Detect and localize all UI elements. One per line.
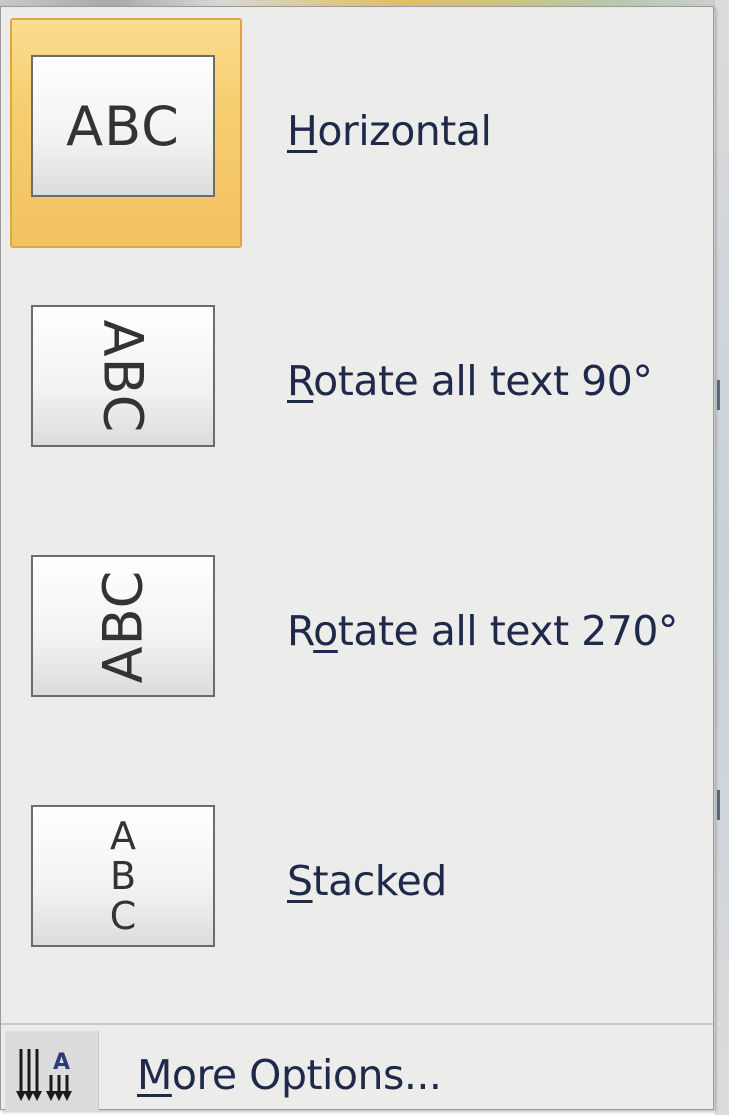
menu-item-rotate-270[interactable]: ABC Rotate all text 270° — [9, 507, 705, 739]
thumb-text: ABC — [66, 94, 180, 158]
more-options-item[interactable]: A More Options... — [1, 1023, 713, 1111]
menu-item-label: Rotate all text 270° — [287, 607, 678, 655]
menu-item-rotate-90[interactable]: ABC Rotate all text 90° — [9, 257, 705, 489]
stacked-letter: C — [109, 894, 137, 938]
menu-item-label: Stacked — [287, 857, 447, 905]
stacked-text-icon: A B C — [31, 805, 215, 947]
access-key: M — [137, 1051, 172, 1099]
text-direction-icon-glyph: A — [16, 1049, 72, 1101]
horizontal-text-icon: ABC — [31, 55, 215, 197]
rotate-270-text-icon: ABC — [31, 555, 215, 697]
window-edge-mark — [717, 790, 720, 820]
access-key: S — [287, 857, 313, 905]
label-text: otate all text 90° — [313, 357, 653, 405]
label-text: orizontal — [317, 107, 492, 155]
access-key: H — [287, 107, 318, 155]
access-key: R — [287, 357, 314, 405]
page: ABC Horizontal ABC Rotate all text 90° A… — [0, 0, 729, 1115]
access-key: o — [313, 607, 338, 655]
more-options-label: More Options... — [137, 1051, 442, 1099]
text-direction-icon: A — [5, 1031, 99, 1111]
stacked-letter: A — [109, 814, 136, 858]
text-direction-menu: ABC Horizontal ABC Rotate all text 90° A… — [0, 6, 714, 1111]
thumb-text: ABC — [91, 319, 155, 433]
label-text: tacked — [312, 857, 448, 905]
window-edge-mark — [717, 380, 720, 410]
menu-item-label: Rotate all text 90° — [287, 357, 653, 405]
label-prefix: R — [287, 607, 314, 655]
thumb-text: ABC — [91, 569, 155, 683]
label-text: tate all text 270° — [337, 607, 679, 655]
menu-item-horizontal[interactable]: ABC Horizontal — [9, 7, 705, 248]
menu-item-label: Horizontal — [287, 107, 492, 155]
menu-item-stacked[interactable]: A B C Stacked — [9, 757, 705, 989]
stacked-letters: A B C — [110, 816, 137, 936]
stacked-letter: B — [109, 854, 137, 898]
background-window-edge — [715, 0, 729, 1115]
rotate-90-text-icon: ABC — [31, 305, 215, 447]
svg-text:A: A — [53, 1050, 70, 1075]
label-text: ore Options... — [171, 1051, 442, 1099]
